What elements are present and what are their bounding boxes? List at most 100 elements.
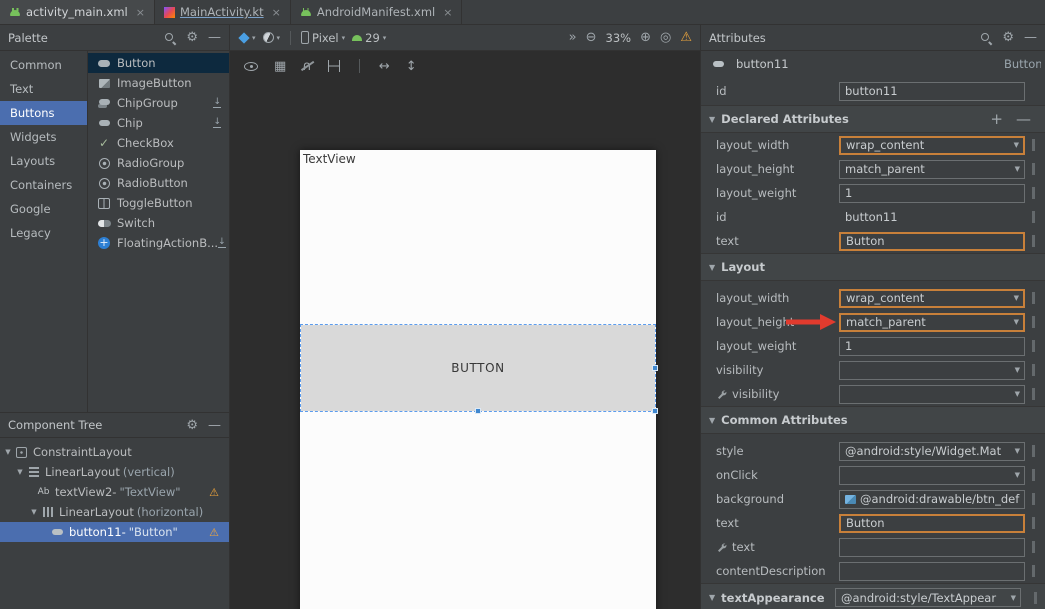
category-widgets[interactable]: Widgets bbox=[0, 125, 87, 149]
component-togglebutton[interactable]: ToggleButton bbox=[88, 193, 229, 213]
attr-flag[interactable] bbox=[1032, 469, 1035, 481]
layout-height-combo[interactable]: match_parent ▼ bbox=[839, 160, 1025, 179]
warning-icon[interactable]: ⚠ bbox=[209, 487, 219, 498]
api-level-selector[interactable]: 29 ▾ bbox=[352, 31, 386, 45]
component-checkbox[interactable]: CheckBox bbox=[88, 133, 229, 153]
warning-icon[interactable]: ⚠ bbox=[680, 30, 692, 45]
design-mode-selector[interactable]: ▾ bbox=[238, 32, 256, 43]
canvas-textview[interactable]: TextView bbox=[303, 152, 356, 166]
zoom-out-icon[interactable]: ⊖ bbox=[586, 30, 597, 45]
canvas-button[interactable]: BUTTON bbox=[301, 325, 655, 411]
close-icon[interactable]: × bbox=[443, 6, 452, 19]
attr-flag[interactable] bbox=[1032, 163, 1035, 175]
attr-flag[interactable] bbox=[1032, 235, 1035, 247]
download-icon[interactable]: ↓ bbox=[218, 238, 226, 248]
zoom-in-icon[interactable]: ⊕ bbox=[640, 30, 651, 45]
attr-flag[interactable] bbox=[1034, 592, 1037, 604]
attr-flag[interactable] bbox=[1032, 445, 1035, 457]
attr-flag[interactable] bbox=[1032, 565, 1035, 577]
style-combo[interactable]: @android:style/Widget.Mat ▼ bbox=[839, 442, 1025, 461]
zoom-level[interactable]: 33% bbox=[606, 31, 632, 45]
category-buttons[interactable]: Buttons bbox=[0, 101, 87, 125]
download-icon[interactable]: ↓ bbox=[213, 118, 221, 128]
category-layouts[interactable]: Layouts bbox=[0, 149, 87, 173]
tree-node-linearlayout-horizontal[interactable]: ▼ LinearLayout (horizontal) bbox=[0, 502, 229, 522]
gear-icon[interactable]: ⚙ bbox=[1002, 31, 1014, 44]
tools-visibility-combo[interactable]: ▼ bbox=[839, 385, 1025, 404]
device-selector[interactable]: Pixel ▾ bbox=[301, 31, 345, 45]
text-field[interactable]: Button bbox=[839, 232, 1025, 251]
onclick-combo[interactable]: ▼ bbox=[839, 466, 1025, 485]
id-value[interactable]: button11 bbox=[839, 210, 1025, 224]
visibility-combo[interactable]: ▼ bbox=[839, 361, 1025, 380]
id-field[interactable]: button11 bbox=[839, 82, 1025, 101]
close-icon[interactable]: × bbox=[272, 6, 281, 19]
tree-node-textview2[interactable]: textView2- "TextView" ⚠ bbox=[0, 482, 229, 502]
section-declared-attributes[interactable]: ▼ Declared Attributes + — bbox=[701, 105, 1045, 133]
close-icon[interactable]: × bbox=[136, 6, 145, 19]
background-field[interactable]: @android:drawable/btn_defau bbox=[839, 490, 1025, 509]
phone-artboard[interactable]: TextView BUTTON bbox=[300, 150, 656, 609]
attr-flag[interactable] bbox=[1032, 517, 1035, 529]
warning-icon[interactable]: ⚠ bbox=[209, 527, 219, 538]
search-icon[interactable] bbox=[164, 32, 176, 44]
attr-flag[interactable] bbox=[1032, 541, 1035, 553]
component-switch[interactable]: Switch bbox=[88, 213, 229, 233]
attr-flag[interactable] bbox=[1032, 187, 1035, 199]
remove-attribute-icon[interactable]: — bbox=[1016, 113, 1031, 126]
attr-flag[interactable] bbox=[1032, 493, 1035, 505]
guidelines-icon[interactable] bbox=[328, 60, 340, 72]
tab-activity-main-xml[interactable]: activity_main.xml × bbox=[0, 0, 155, 24]
minimize-icon[interactable]: — bbox=[1024, 31, 1037, 44]
category-containers[interactable]: Containers bbox=[0, 173, 87, 197]
category-google[interactable]: Google bbox=[0, 197, 87, 221]
gear-icon[interactable]: ⚙ bbox=[186, 419, 198, 432]
minimize-icon[interactable]: — bbox=[208, 31, 221, 44]
component-radiobutton[interactable]: RadioButton bbox=[88, 173, 229, 193]
attr-flag[interactable] bbox=[1032, 316, 1035, 328]
section-textappearance[interactable]: ▼ textAppearance @android:style/TextAppe… bbox=[701, 583, 1045, 609]
overflow-chevrons-icon[interactable]: » bbox=[569, 30, 577, 45]
chevron-down-icon[interactable]: ▼ bbox=[14, 468, 26, 476]
minimize-icon[interactable]: — bbox=[208, 419, 221, 432]
attr-flag[interactable] bbox=[1032, 364, 1035, 376]
layout-height-combo[interactable]: match_parent ▼ bbox=[839, 313, 1025, 332]
section-layout[interactable]: ▼ Layout bbox=[701, 253, 1045, 281]
tree-node-constraintlayout[interactable]: ▼ ConstraintLayout bbox=[0, 442, 229, 462]
orientation-selector[interactable]: ▾ bbox=[263, 32, 281, 43]
align-horizontal-icon[interactable]: ↔ bbox=[379, 59, 390, 74]
chevron-down-icon[interactable]: ▼ bbox=[28, 508, 40, 516]
tree-node-button11[interactable]: button11- "Button" ⚠ bbox=[0, 522, 229, 542]
section-common-attributes[interactable]: ▼ Common Attributes bbox=[701, 406, 1045, 434]
canvas[interactable]: ▦ ∩ ↔ ↕ TextView BUTTON bbox=[230, 51, 700, 609]
attr-flag[interactable] bbox=[1032, 340, 1035, 352]
align-vertical-icon[interactable]: ↕ bbox=[406, 59, 417, 74]
attr-flag[interactable] bbox=[1032, 139, 1035, 151]
view-options-icon[interactable] bbox=[244, 62, 258, 71]
text-field[interactable]: Button bbox=[839, 514, 1025, 533]
attr-flag[interactable] bbox=[1032, 211, 1035, 223]
category-text[interactable]: Text bbox=[0, 77, 87, 101]
contentdescription-field[interactable] bbox=[839, 562, 1025, 581]
zoom-fit-icon[interactable]: ◎ bbox=[660, 30, 671, 45]
component-imagebutton[interactable]: ImageButton bbox=[88, 73, 229, 93]
component-button[interactable]: Button bbox=[88, 53, 229, 73]
component-fab[interactable]: FloatingActionB... ↓ bbox=[88, 233, 229, 253]
tree-node-linearlayout-vertical[interactable]: ▼ LinearLayout (vertical) bbox=[0, 462, 229, 482]
tools-text-field[interactable] bbox=[839, 538, 1025, 557]
add-attribute-icon[interactable]: + bbox=[990, 113, 1003, 126]
layout-width-combo[interactable]: wrap_content ▼ bbox=[839, 289, 1025, 308]
layout-width-combo[interactable]: wrap_content ▼ bbox=[839, 136, 1025, 155]
component-chip[interactable]: Chip ↓ bbox=[88, 113, 229, 133]
component-chipgroup[interactable]: ChipGroup ↓ bbox=[88, 93, 229, 113]
download-icon[interactable]: ↓ bbox=[213, 98, 221, 108]
attr-flag[interactable] bbox=[1032, 388, 1035, 400]
category-legacy[interactable]: Legacy bbox=[0, 221, 87, 245]
textappearance-combo[interactable]: @android:style/TextAppear ▼ bbox=[835, 588, 1021, 607]
autoconnect-off-magnet-icon[interactable]: ∩ bbox=[302, 59, 312, 74]
show-borders-icon[interactable]: ▦ bbox=[274, 59, 286, 74]
search-icon[interactable] bbox=[980, 32, 992, 44]
layout-weight-field[interactable]: 1 bbox=[839, 337, 1025, 356]
component-radiogroup[interactable]: RadioGroup bbox=[88, 153, 229, 173]
tab-androidmanifest-xml[interactable]: AndroidManifest.xml × bbox=[291, 0, 463, 24]
